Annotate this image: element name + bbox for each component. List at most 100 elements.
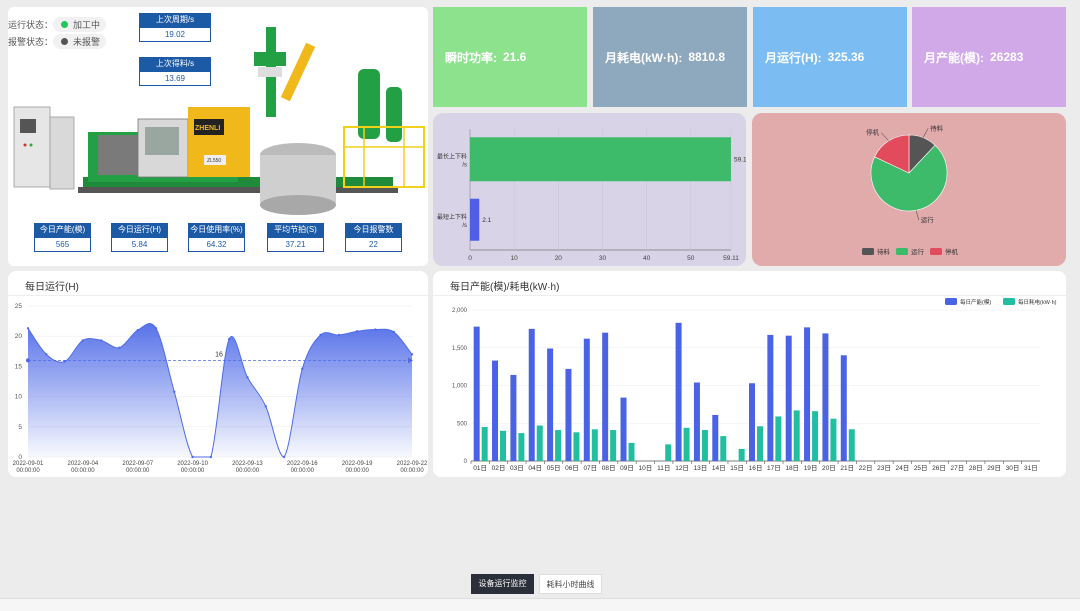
x-tick-label: 30日 (1006, 464, 1020, 472)
y-tick-label: 2,000 (452, 308, 468, 314)
bar (500, 430, 507, 461)
kpi-value: 8810.8 (688, 50, 726, 64)
y-tick-label: 10 (15, 394, 23, 401)
tab-device-monitor[interactable]: 设备运行监控 (471, 574, 534, 594)
x-tick-label: 2022-09-13 (232, 461, 263, 467)
kpi-label: 月耗电(kW·h): (605, 50, 683, 65)
bar (620, 397, 627, 461)
stat-value: 64.32 (188, 237, 245, 252)
stat-label: 平均节拍(S) (267, 223, 324, 237)
x-tick-label: 30 (599, 255, 607, 262)
x-tick-label: 59.11 (723, 255, 739, 262)
data-point (118, 346, 121, 349)
x-tick-sublabel: 00:00:00 (291, 468, 315, 474)
stat-value: 22 (345, 237, 402, 252)
x-tick-label: 40 (643, 255, 651, 262)
kpi-label: 月运行(H): (765, 50, 822, 65)
bar (693, 382, 700, 461)
bar (804, 327, 811, 461)
pie-leader-line (922, 128, 929, 138)
kpi-value: 21.6 (503, 50, 527, 64)
x-tick-label: 06日 (565, 464, 579, 472)
y-category-label: 最短上下料 (437, 213, 467, 221)
x-tick-label: 50 (687, 255, 695, 262)
x-tick-sublabel: 00:00:00 (181, 468, 205, 474)
status-pie-chart: 待料运行停机待料 运行 停机 (862, 123, 959, 256)
bar-value-label: 2.1 (482, 217, 491, 224)
y-tick-label: 20 (15, 333, 23, 340)
y-tick-label: 1,000 (452, 384, 468, 390)
data-point (26, 327, 30, 330)
bar (470, 137, 731, 182)
x-tick-label: 08日 (602, 464, 616, 472)
data-point (227, 338, 231, 341)
y-tick-label: 0 (18, 454, 22, 461)
kpi-value: 26283 (990, 50, 1024, 64)
bar (749, 383, 755, 461)
x-tick-label: 10日 (639, 464, 653, 472)
legend-label: 运行 (911, 247, 925, 256)
legend-label: 每日产能(模) (960, 298, 991, 306)
bar (683, 427, 690, 461)
data-point (191, 455, 194, 459)
area-fill (28, 323, 412, 457)
legend-label: 每日耗电(kW·h) (1018, 298, 1057, 306)
legend-swatch (930, 248, 942, 255)
bar (510, 374, 517, 461)
bar (665, 444, 672, 461)
data-point (246, 376, 249, 379)
data-point (392, 330, 395, 334)
data-point (355, 330, 359, 333)
x-tick-sublabel: 00:00:00 (126, 468, 150, 474)
pie-slice-label: 运行 (921, 215, 935, 224)
data-point (209, 455, 213, 459)
pie-leader-line (915, 210, 919, 221)
stat-card-today-output: 今日产能(模) 565 (34, 223, 91, 252)
kpi-label: 月产能(模): (924, 50, 984, 65)
bar (738, 448, 745, 461)
data-point (45, 353, 48, 356)
svg-text:ZL550: ZL550 (207, 158, 221, 164)
daily-production-bar-chart: 0 500 1,000 1,500 2,000 01日 02日 03日 04日 05日 06日 07日… (452, 298, 1057, 472)
x-tick-label: 18日 (785, 464, 799, 472)
status-pie-chart-panel: 待料 运行 停机 待料 运行 停机 (752, 113, 1066, 266)
data-point (410, 353, 414, 356)
data-point (374, 328, 377, 331)
x-tick-label: 17日 (767, 464, 781, 472)
pie-leader-line (880, 132, 889, 142)
bar (470, 198, 480, 241)
x-tick-label: 11日 (657, 464, 670, 472)
bar (628, 442, 635, 461)
legend-swatch (862, 248, 874, 255)
bar (481, 427, 488, 461)
x-tick-label: 21日 (840, 464, 854, 472)
x-tick-label: 20日 (822, 464, 836, 472)
kpi-month-run-hours: 月运行(H): 325.36 (753, 7, 907, 107)
tab-material-hourly-curve[interactable]: 耗料小时曲线 (539, 574, 602, 594)
dashboard: 运行状态： 加工中 报警状态： 未报警 上次周期/s 19.02 上次得料/s … (0, 0, 1080, 611)
bar (793, 410, 800, 461)
bar (720, 436, 727, 461)
bar (591, 429, 598, 461)
x-tick-label: 13日 (694, 464, 708, 472)
x-tick-label: 2022-09-01 (13, 461, 44, 467)
bar-value-label: 59.1 (734, 156, 746, 163)
brand-logo: ZHENLI (195, 125, 220, 132)
x-tick-label: 0 (468, 255, 472, 262)
bar (757, 426, 763, 461)
legend-label: 待料 (877, 247, 891, 256)
data-point (154, 327, 158, 330)
bar (610, 430, 617, 461)
stat-label: 今日使用率(%) (188, 223, 245, 237)
x-tick-sublabel: 00:00:00 (16, 468, 40, 474)
kpi-month-output: 月产能(模): 26283 (912, 7, 1066, 107)
load-time-chart-panel: 0 10 20 30 40 50 59.11 59.1 最长上下料/s 2.1 最短上下料/s (433, 113, 747, 266)
bar (573, 432, 580, 461)
x-tick-sublabel: 00:00:00 (345, 468, 369, 474)
x-tick-label: 2022-09-10 (177, 461, 208, 467)
x-tick-label: 15日 (730, 464, 744, 472)
pie-slice-label: 停机 (866, 127, 880, 136)
x-tick-label: 04日 (528, 464, 542, 472)
x-tick-sublabel: 00:00:00 (400, 468, 424, 474)
x-tick-label: 01日 (473, 464, 487, 472)
